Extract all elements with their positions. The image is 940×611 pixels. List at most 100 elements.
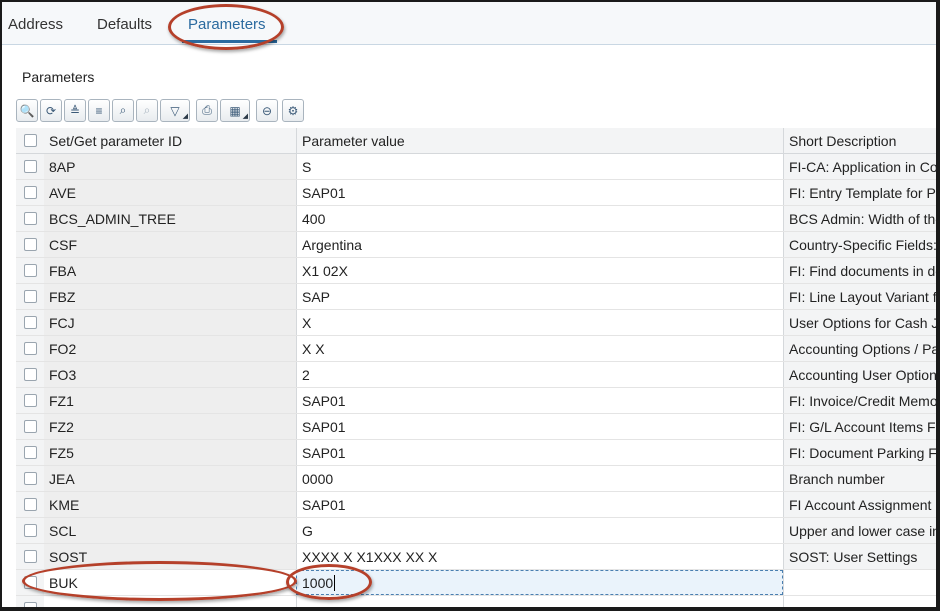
table-row[interactable]: AVE SAP01 FI: Entry Template for Pa <box>16 180 936 206</box>
row-select-cell[interactable] <box>16 466 44 491</box>
parameter-id-cell[interactable]: SOST <box>44 544 296 569</box>
row-select-cell[interactable] <box>16 440 44 465</box>
row-select-cell[interactable] <box>16 518 44 543</box>
row-select-cell[interactable] <box>16 180 44 205</box>
parameter-value-cell[interactable]: X1 02X <box>296 258 783 283</box>
new-parameter-value-input[interactable]: 1000 <box>296 570 783 595</box>
parameter-value-cell[interactable]: SAP01 <box>296 492 783 517</box>
parameter-value-cell[interactable]: XXXX X X1XXX XX X <box>296 544 783 569</box>
table-row[interactable]: FO2 X X Accounting Options / Pa <box>16 336 936 362</box>
row-select-cell[interactable] <box>16 414 44 439</box>
parameter-id-cell[interactable]: CSF <box>44 232 296 257</box>
table-row[interactable]: FO3 2 Accounting User Options <box>16 362 936 388</box>
refresh-button[interactable]: ⟳ <box>40 99 62 122</box>
row-select-cell[interactable] <box>16 310 44 335</box>
parameter-value-cell[interactable]: SAP01 <box>296 388 783 413</box>
row-select-checkbox[interactable] <box>23 498 37 511</box>
layout-button[interactable]: ▦ ◢ <box>220 99 250 122</box>
parameter-value-cell[interactable]: SAP <box>296 284 783 309</box>
row-select-cell[interactable] <box>16 388 44 413</box>
parameter-id-cell[interactable]: FBZ <box>44 284 296 309</box>
table-row[interactable]: KME SAP01 FI Account Assignment M <box>16 492 936 518</box>
row-select-checkbox[interactable] <box>23 160 37 173</box>
table-row[interactable]: FZ1 SAP01 FI: Invoice/Credit Memo <box>16 388 936 414</box>
parameter-id-cell[interactable]: FZ1 <box>44 388 296 413</box>
sort-descending-button[interactable]: ≡ <box>88 99 110 122</box>
row-select-checkbox[interactable] <box>23 238 37 251</box>
parameter-value-cell[interactable]: 2 <box>296 362 783 387</box>
row-select-checkbox[interactable] <box>23 550 37 563</box>
row-select-cell[interactable] <box>16 544 44 569</box>
parameter-value-cell[interactable]: 0000 <box>296 466 783 491</box>
parameter-id-cell[interactable]: 8AP <box>44 154 296 179</box>
parameter-value-cell[interactable]: G <box>296 518 783 543</box>
parameter-value-cell[interactable]: SAP01 <box>296 440 783 465</box>
parameter-id-cell[interactable]: SCL <box>44 518 296 543</box>
row-select-cell[interactable] <box>16 232 44 257</box>
parameter-id-cell[interactable]: FO3 <box>44 362 296 387</box>
parameter-id-cell[interactable]: BCS_ADMIN_TREE <box>44 206 296 231</box>
table-row[interactable]: FBZ SAP FI: Line Layout Variant f <box>16 284 936 310</box>
parameter-id-cell[interactable]: FBA <box>44 258 296 283</box>
find-button[interactable]: ⌕ <box>112 99 134 122</box>
tab-parameters[interactable]: Parameters <box>188 16 266 33</box>
row-select-checkbox[interactable] <box>23 368 37 381</box>
row-select-checkbox[interactable] <box>23 342 37 355</box>
table-row[interactable]: CSF Argentina Country-Specific Fields: <box>16 232 936 258</box>
empty-parameter-id-cell[interactable] <box>44 596 296 607</box>
table-row[interactable]: 8AP S FI-CA: Application in Co <box>16 154 936 180</box>
parameter-value-cell[interactable]: X X <box>296 336 783 361</box>
tab-defaults[interactable]: Defaults <box>97 16 152 33</box>
row-select-checkbox[interactable] <box>23 264 37 277</box>
table-row[interactable]: FCJ X User Options for Cash Jo <box>16 310 936 336</box>
parameter-value-cell[interactable]: SAP01 <box>296 414 783 439</box>
row-select-cell[interactable] <box>16 362 44 387</box>
row-select-checkbox[interactable] <box>23 602 37 607</box>
parameter-id-cell[interactable]: JEA <box>44 466 296 491</box>
row-select-checkbox[interactable] <box>23 576 37 589</box>
row-select-cell[interactable] <box>16 206 44 231</box>
print-button[interactable]: ⎙ <box>196 99 218 122</box>
parameter-id-cell[interactable]: FCJ <box>44 310 296 335</box>
table-row[interactable]: FBA X1 02X FI: Find documents in do <box>16 258 936 284</box>
row-select-checkbox[interactable] <box>23 186 37 199</box>
parameter-value-cell[interactable]: Argentina <box>296 232 783 257</box>
row-select-cell[interactable] <box>16 284 44 309</box>
row-select-cell[interactable] <box>16 570 44 595</box>
tab-address[interactable]: Address <box>8 16 63 33</box>
find-next-button[interactable]: ⌕ <box>136 99 158 122</box>
row-select-checkbox[interactable] <box>23 472 37 485</box>
column-header-parameter-value[interactable]: Parameter value <box>296 128 783 153</box>
empty-parameter-value-cell[interactable] <box>296 596 783 607</box>
parameter-value-cell[interactable]: SAP01 <box>296 180 783 205</box>
parameter-id-cell[interactable]: FO2 <box>44 336 296 361</box>
row-select-checkbox[interactable] <box>23 524 37 537</box>
row-select-checkbox[interactable] <box>23 394 37 407</box>
new-parameter-id-input[interactable]: BUK <box>44 570 296 595</box>
parameter-value-cell[interactable]: X <box>296 310 783 335</box>
table-row[interactable]: BCS_ADMIN_TREE 400 BCS Admin: Width of the <box>16 206 936 232</box>
zoom-details-button[interactable]: 🔍 <box>16 99 38 122</box>
settings-button[interactable]: ⚙ <box>282 99 304 122</box>
table-row[interactable]: JEA 0000 Branch number <box>16 466 936 492</box>
table-row[interactable]: FZ2 SAP01 FI: G/L Account Items Fa <box>16 414 936 440</box>
row-select-checkbox[interactable] <box>23 212 37 225</box>
new-entry-row[interactable]: BUK 1000 <box>16 570 936 596</box>
row-select-cell[interactable] <box>16 596 44 607</box>
row-select-cell[interactable] <box>16 336 44 361</box>
table-row[interactable]: SCL G Upper and lower case in <box>16 518 936 544</box>
filter-button[interactable]: ▽ ◢ <box>160 99 190 122</box>
delete-row-button[interactable]: ⊖ <box>256 99 278 122</box>
parameter-id-cell[interactable]: FZ5 <box>44 440 296 465</box>
parameter-value-cell[interactable]: 400 <box>296 206 783 231</box>
row-select-cell[interactable] <box>16 492 44 517</box>
row-select-checkbox[interactable] <box>23 420 37 433</box>
sort-ascending-button[interactable]: ≜ <box>64 99 86 122</box>
parameter-id-cell[interactable]: KME <box>44 492 296 517</box>
select-all-cell[interactable] <box>16 128 44 153</box>
row-select-checkbox[interactable] <box>23 446 37 459</box>
parameter-id-cell[interactable]: FZ2 <box>44 414 296 439</box>
row-select-cell[interactable] <box>16 154 44 179</box>
row-select-checkbox[interactable] <box>23 316 37 329</box>
column-header-short-description[interactable]: Short Description <box>783 128 936 153</box>
